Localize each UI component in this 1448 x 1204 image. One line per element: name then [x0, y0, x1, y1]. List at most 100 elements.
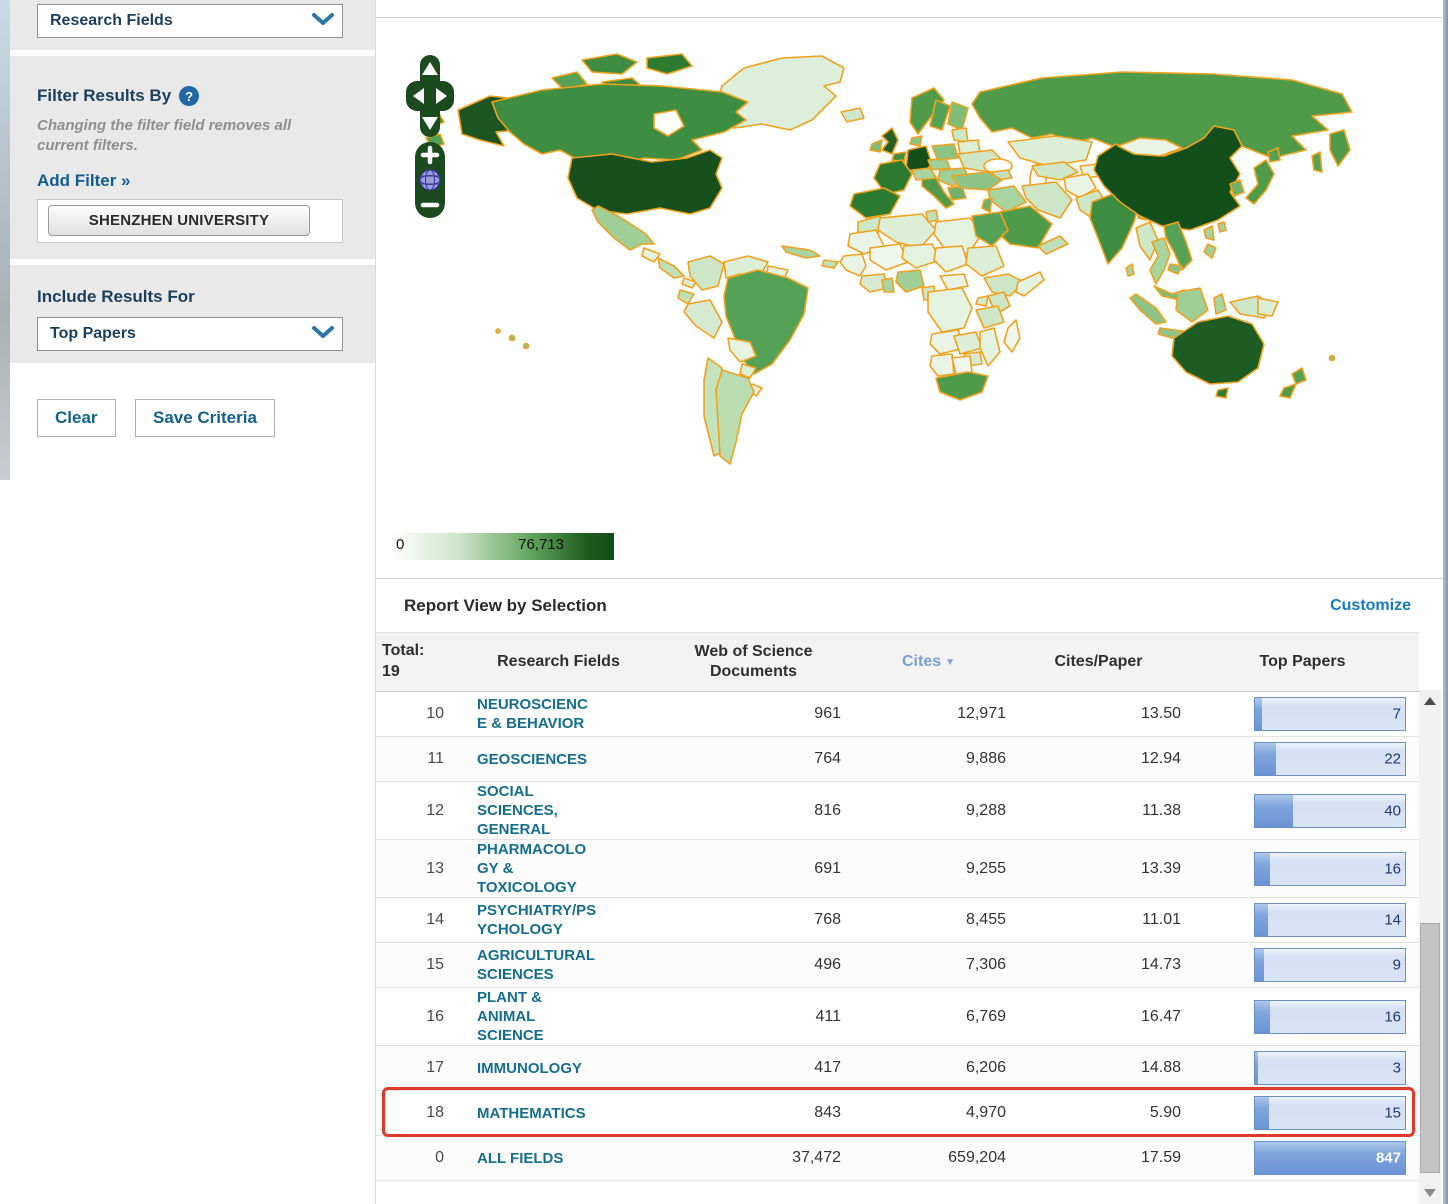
top-papers-bar: 22 [1254, 742, 1406, 776]
filter-sidebar: Research Fields Filter Results By ? Chan… [10, 0, 375, 1204]
research-field-link[interactable]: SOCIAL SCIENCES, GENERAL [477, 782, 597, 839]
include-results-title: Include Results For [37, 287, 355, 307]
row-wos-documents: 37,472 [661, 1149, 846, 1167]
top-papers-value: 15 [1384, 1105, 1401, 1122]
include-results-dropdown-value: Top Papers [50, 325, 136, 343]
row-wos-documents: 843 [661, 1104, 846, 1122]
table-body: 10 NEUROSCIENCE & BEHAVIOR 961 12,971 13… [376, 692, 1419, 1181]
column-header-top-papers[interactable]: Top Papers [1186, 652, 1419, 672]
row-rank: 0 [376, 1149, 456, 1167]
row-cites-per-paper: 5.90 [1011, 1104, 1186, 1122]
row-cites: 6,206 [846, 1059, 1011, 1077]
country-south-africa [936, 372, 988, 400]
row-rank: 11 [376, 750, 456, 768]
table-row: 13 PHARMACOLOGY & TOXICOLOGY 691 9,255 1… [376, 840, 1419, 898]
top-papers-bar: 3 [1254, 1051, 1406, 1085]
top-papers-bar-fill [1255, 904, 1268, 936]
top-papers-value: 16 [1384, 1008, 1401, 1025]
row-cites: 6,769 [846, 1008, 1011, 1026]
top-papers-bar-fill [1255, 1097, 1269, 1129]
top-papers-bar-fill [1255, 1052, 1258, 1084]
row-cites: 8,455 [846, 911, 1011, 929]
research-field-link[interactable]: PLANT & ANIMAL SCIENCE [477, 988, 597, 1045]
research-fields-dropdown[interactable]: Research Fields [37, 4, 343, 38]
top-papers-bar: 7 [1254, 697, 1406, 731]
research-field-link[interactable]: IMMUNOLOGY [477, 1059, 582, 1078]
row-rank: 18 [376, 1104, 456, 1122]
include-results-dropdown[interactable]: Top Papers [37, 317, 343, 351]
top-papers-value: 16 [1384, 860, 1401, 877]
row-rank: 16 [376, 1008, 456, 1026]
top-papers-bar-fill [1255, 698, 1262, 730]
add-filter-link[interactable]: Add Filter » [37, 171, 131, 191]
table-row: 10 NEUROSCIENCE & BEHAVIOR 961 12,971 13… [376, 692, 1419, 737]
research-field-link[interactable]: PHARMACOLOGY & TOXICOLOGY [477, 840, 597, 897]
research-fields-dropdown-value: Research Fields [50, 12, 173, 30]
column-header-wos-documents[interactable]: Web of Science Documents [671, 642, 836, 682]
right-edge-strip [1443, 0, 1448, 1204]
customize-link[interactable]: Customize [1330, 597, 1411, 615]
column-header-cites-per-paper[interactable]: Cites/Paper [1011, 652, 1186, 672]
filter-chip-shenzhen-university[interactable]: SHENZHEN UNIVERSITY [48, 205, 310, 236]
row-rank: 12 [376, 802, 456, 820]
results-panel: 0 76,713 Report View by Selection Custom… [375, 0, 1443, 1204]
legend-max-value: 76,713 [518, 536, 564, 553]
row-rank: 10 [376, 705, 456, 723]
row-wos-documents: 411 [661, 1008, 846, 1026]
row-cites-per-paper: 11.01 [1011, 911, 1186, 929]
column-header-cites-sorted[interactable]: Cites▼ [846, 652, 1011, 672]
scrollbar-thumb[interactable] [1420, 923, 1440, 1173]
table-row: 12 SOCIAL SCIENCES, GENERAL 816 9,288 11… [376, 782, 1419, 840]
top-papers-bar: 9 [1254, 948, 1406, 982]
scroll-up-arrow[interactable] [1419, 692, 1441, 710]
report-header: Report View by Selection Customize [376, 579, 1443, 632]
total-count-label: Total: 19 [376, 641, 434, 683]
research-field-link[interactable]: AGRICULTURAL SCIENCES [477, 946, 597, 984]
row-wos-documents: 961 [661, 705, 846, 723]
row-wos-documents: 496 [661, 956, 846, 974]
help-icon[interactable]: ? [179, 86, 199, 106]
filter-note: Changing the filter field removes all cu… [37, 116, 347, 157]
top-papers-bar: 14 [1254, 903, 1406, 937]
research-field-link[interactable]: ALL FIELDS [477, 1149, 563, 1168]
row-cites-per-paper: 14.88 [1011, 1059, 1186, 1077]
save-criteria-button[interactable]: Save Criteria [135, 399, 275, 437]
top-papers-bar-fill [1255, 949, 1264, 981]
column-header-research-fields[interactable]: Research Fields [456, 652, 661, 672]
table-header-row: Total: 19 Research Fields Web of Science… [376, 632, 1419, 692]
results-table: Total: 19 Research Fields Web of Science… [376, 632, 1419, 1181]
table-row: 18 MATHEMATICS 843 4,970 5.90 15 [376, 1091, 1419, 1136]
research-fields-section: Research Fields [10, 0, 375, 50]
table-row: 15 AGRICULTURAL SCIENCES 496 7,306 14.73… [376, 943, 1419, 988]
map-zoom-control[interactable] [415, 142, 445, 218]
top-papers-value: 22 [1384, 751, 1401, 768]
research-field-link[interactable]: PSYCHIATRY/PSYCHOLOGY [477, 901, 597, 939]
research-field-link[interactable]: MATHEMATICS [477, 1104, 586, 1123]
row-rank: 13 [376, 860, 456, 878]
filter-results-title: Filter Results By [37, 86, 171, 106]
scroll-down-arrow[interactable] [1419, 1184, 1441, 1202]
row-wos-documents: 417 [661, 1059, 846, 1077]
row-cites-per-paper: 12.94 [1011, 750, 1186, 768]
clear-button[interactable]: Clear [37, 399, 116, 437]
chevron-down-icon [312, 325, 334, 344]
row-cites: 9,886 [846, 750, 1011, 768]
top-papers-value: 847 [1376, 1150, 1401, 1167]
table-row: 0 ALL FIELDS 37,472 659,204 17.59 847 [376, 1136, 1419, 1181]
world-map-choropleth[interactable] [392, 38, 1448, 482]
row-cites: 9,255 [846, 860, 1011, 878]
research-field-link[interactable]: GEOSCIENCES [477, 750, 587, 769]
include-results-section: Include Results For Top Papers [10, 265, 375, 363]
incites-page: Research Fields Filter Results By ? Chan… [0, 0, 1448, 1204]
top-papers-bar: 847 [1254, 1141, 1406, 1175]
sort-desc-icon: ▼ [945, 657, 955, 670]
top-papers-bar-fill [1255, 743, 1276, 775]
top-papers-bar: 40 [1254, 794, 1406, 828]
filter-results-section: Filter Results By ? Changing the filter … [10, 56, 375, 259]
row-wos-documents: 816 [661, 802, 846, 820]
row-cites-per-paper: 11.38 [1011, 802, 1186, 820]
map-pan-control[interactable] [406, 55, 454, 137]
table-scrollbar[interactable] [1419, 690, 1441, 1204]
research-field-link[interactable]: NEUROSCIENCE & BEHAVIOR [477, 695, 597, 733]
left-edge-scrollbar[interactable] [0, 0, 10, 480]
